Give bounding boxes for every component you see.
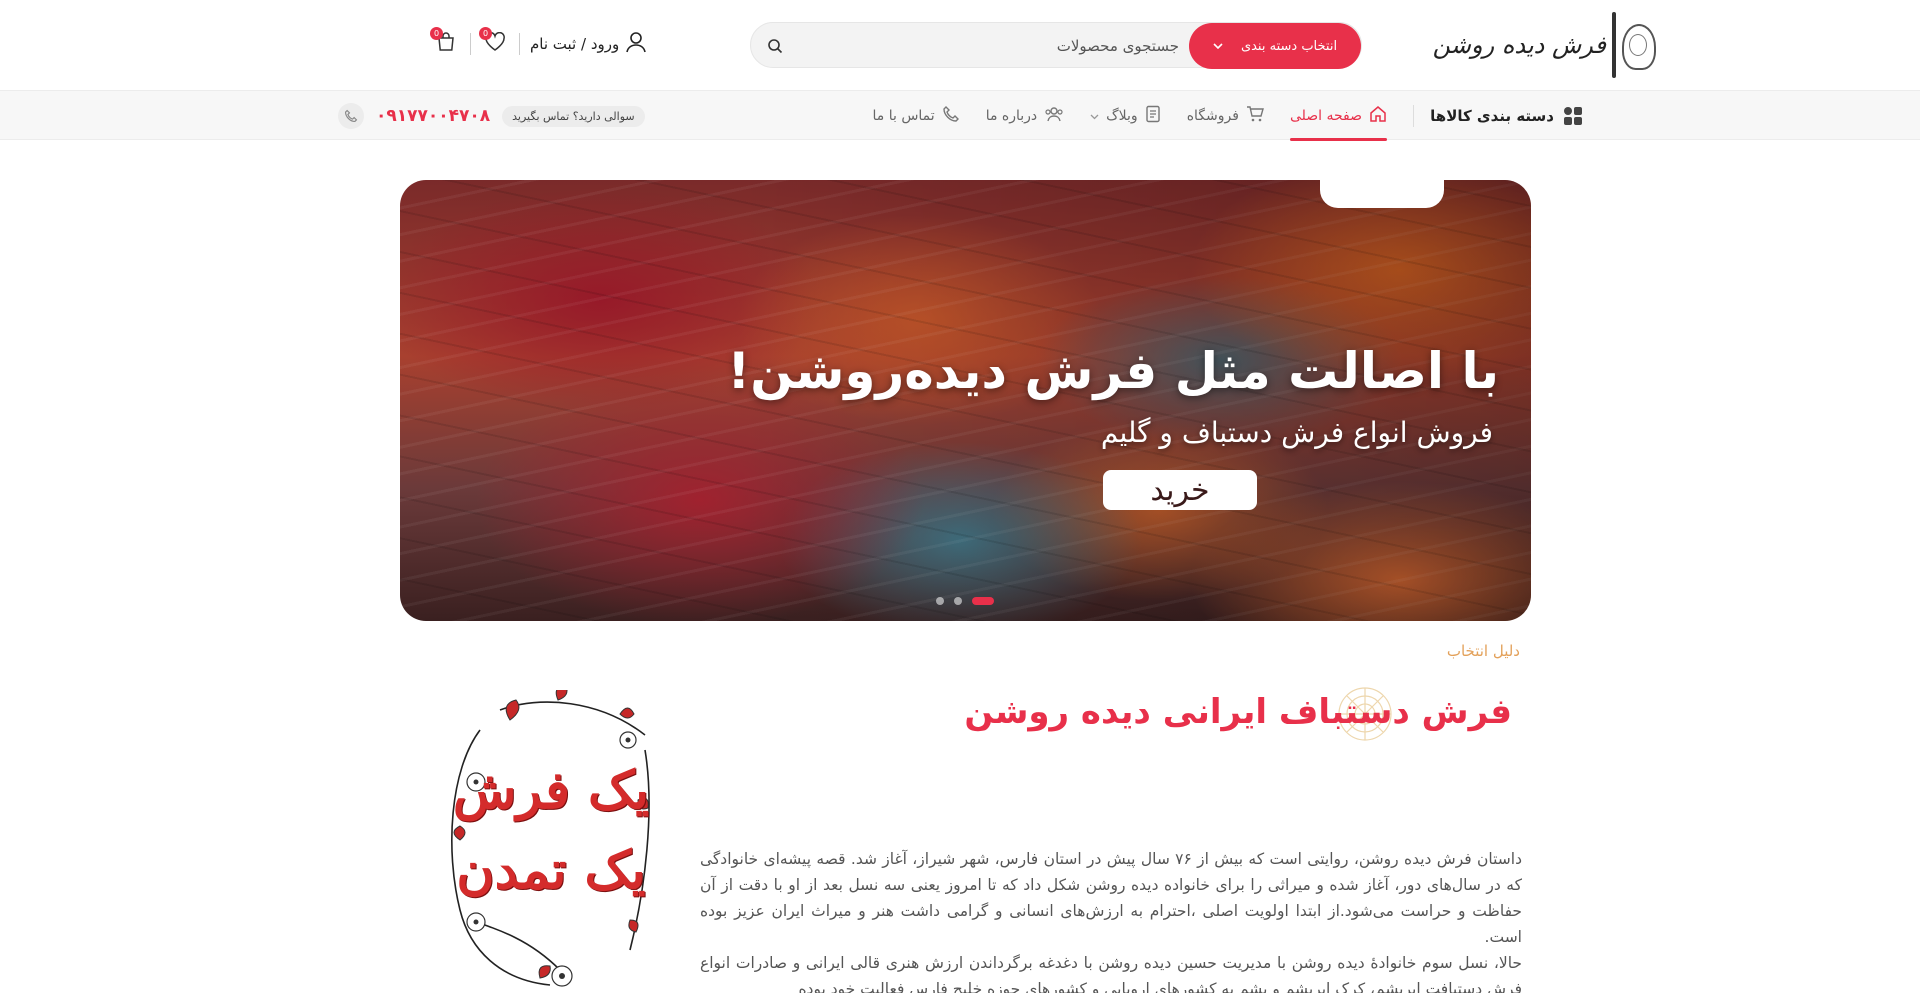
hero-buy-button[interactable]: خرید bbox=[1103, 470, 1257, 510]
nav-home-label: صفحه اصلی bbox=[1289, 108, 1362, 124]
hero-slider[interactable]: با اصالت مثل فرش دیده‌روشن! فروش انواع ف… bbox=[400, 180, 1531, 621]
nav-contact[interactable]: تماس با ما bbox=[873, 91, 960, 141]
support-question-label: سوالی دارید؟ تماس بگیرید bbox=[502, 105, 645, 127]
phone-icon bbox=[338, 103, 364, 129]
user-actions: ورود / ثبت نام 0 0 bbox=[430, 27, 647, 58]
header-divider bbox=[519, 33, 520, 55]
blog-icon bbox=[1145, 105, 1161, 127]
login-register-link[interactable]: ورود / ثبت نام bbox=[530, 31, 647, 57]
calligraphy-artwork: یک فرش یک تمدن bbox=[440, 690, 662, 990]
navbar-divider bbox=[1413, 105, 1414, 127]
cart-button[interactable]: 0 bbox=[430, 27, 460, 58]
home-icon bbox=[1369, 105, 1387, 127]
calligraphy-line-1: یک فرش bbox=[452, 760, 650, 821]
users-icon bbox=[1044, 105, 1064, 127]
intro-paragraph: داستان فرش دیده روشن، روایتی است که بیش … bbox=[700, 850, 1522, 946]
slider-dots bbox=[936, 597, 994, 605]
slider-dot[interactable] bbox=[954, 597, 962, 605]
hero-title: با اصالت مثل فرش دیده‌روشن! bbox=[727, 342, 1499, 400]
cart-count-badge: 0 bbox=[430, 27, 443, 40]
header-divider bbox=[470, 33, 471, 55]
calligraphy-line-2: یک تمدن bbox=[456, 840, 646, 901]
logo-text: فرش دیده روشن bbox=[1432, 31, 1606, 59]
support-phone-number[interactable]: ۰۹۱۷۷۰۰۴۷۰۸ bbox=[376, 106, 490, 126]
category-select[interactable]: انتخاب دسته بندی bbox=[1189, 23, 1361, 69]
user-icon bbox=[625, 31, 647, 57]
login-register-label: ورود / ثبت نام bbox=[530, 35, 620, 53]
nav-home[interactable]: صفحه اصلی bbox=[1289, 91, 1388, 141]
intro-paragraph: حالا، نسل سوم خانوادهٔ دیده روشن با مدیر… bbox=[700, 954, 1522, 993]
section-eyebrow: دلیل انتخاب bbox=[1446, 642, 1520, 660]
hero-notch bbox=[1320, 180, 1444, 208]
all-categories-button[interactable]: دسته بندی کالاها bbox=[1430, 91, 1582, 141]
logo-emblem-icon bbox=[1612, 12, 1656, 78]
cart-icon bbox=[1246, 105, 1264, 127]
search-bar: انتخاب دسته بندی bbox=[750, 22, 1362, 69]
section-title: فرش دستباف ایرانی دیده روشن bbox=[964, 692, 1512, 732]
main-navbar: دسته بندی کالاها صفحه اصلی فروشگاه وبلاگ bbox=[0, 90, 1920, 141]
chevron-down-icon bbox=[1213, 41, 1223, 52]
nav-about-label: درباره ما bbox=[985, 108, 1038, 124]
slider-dot-active[interactable] bbox=[972, 597, 994, 605]
nav-blog-label: وبلاگ bbox=[1106, 108, 1138, 124]
chevron-down-icon bbox=[1090, 108, 1099, 124]
site-logo[interactable]: فرش دیده روشن bbox=[1433, 12, 1656, 78]
search-icon[interactable] bbox=[763, 34, 787, 58]
nav-about[interactable]: درباره ما bbox=[986, 91, 1064, 141]
all-categories-label: دسته بندی کالاها bbox=[1430, 107, 1554, 125]
support-contact: ۰۹۱۷۷۰۰۴۷۰۸ سوالی دارید؟ تماس بگیرید bbox=[338, 103, 645, 129]
nav-shop-label: فروشگاه bbox=[1186, 108, 1239, 124]
site-header: فرش دیده روشن انتخاب دسته بندی ورود / ثب… bbox=[0, 0, 1920, 90]
grid-icon bbox=[1564, 107, 1582, 125]
search-input[interactable] bbox=[799, 23, 1179, 69]
phone-icon bbox=[942, 105, 960, 127]
slider-dot[interactable] bbox=[936, 597, 944, 605]
wishlist-button[interactable]: 0 bbox=[479, 27, 509, 58]
nav-shop[interactable]: فروشگاه bbox=[1187, 91, 1264, 141]
hero-subtitle: فروش انواع فرش دستباف و گلیم bbox=[1100, 416, 1493, 449]
nav-blog[interactable]: وبلاگ bbox=[1090, 91, 1161, 141]
intro-text: داستان فرش دیده روشن، روایتی است که بیش … bbox=[700, 846, 1522, 993]
nav-links: صفحه اصلی فروشگاه وبلاگ درباره ما تماس ب… bbox=[873, 91, 1388, 141]
wishlist-count-badge: 0 bbox=[479, 27, 492, 40]
nav-contact-label: تماس با ما bbox=[872, 108, 935, 124]
category-select-label: انتخاب دسته بندی bbox=[1240, 38, 1338, 54]
